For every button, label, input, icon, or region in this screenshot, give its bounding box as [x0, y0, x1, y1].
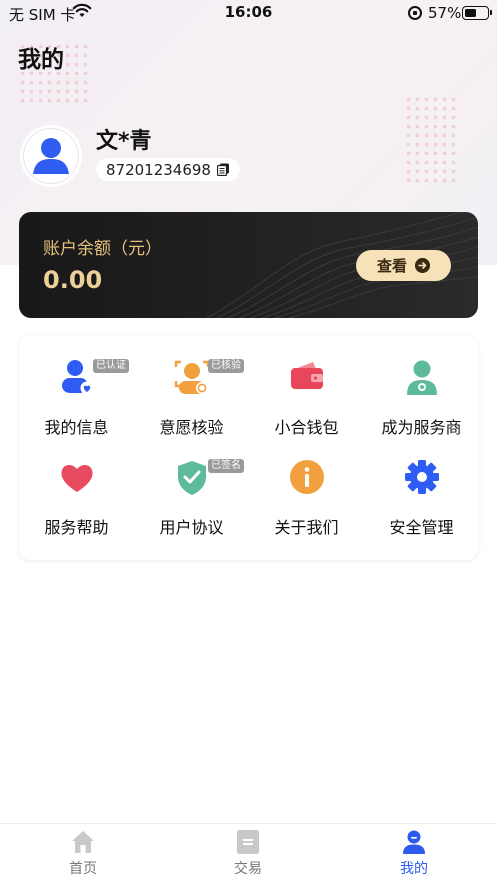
face-verify-icon [174, 360, 210, 394]
menu-item-label: 安全管理 [389, 518, 454, 537]
gear-icon [405, 460, 439, 494]
orientation-lock-icon [408, 6, 422, 20]
balance-amount: 0.00 [43, 266, 103, 294]
user-id-chip[interactable]: 87201234698 [96, 158, 240, 181]
menu-item-label: 服务帮助 [44, 518, 109, 537]
tab-label: 我的 [400, 861, 428, 877]
view-button-label: 查看 [376, 257, 407, 275]
tab-bar: 首页 交易 我的 [0, 823, 497, 883]
user-id-text: 87201234698 [106, 160, 211, 179]
menu-item-label: 关于我们 [274, 518, 339, 537]
user-avatar-icon [27, 132, 75, 180]
menu-item-user-agreement[interactable]: 已签名 用户协议 [134, 435, 249, 537]
heart-icon [61, 464, 93, 492]
avatar[interactable] [20, 125, 82, 187]
decorative-dots [404, 95, 458, 187]
copy-icon[interactable] [216, 163, 230, 176]
clock: 16:06 [224, 3, 273, 21]
status-bar: 无 SIM 卡 16:06 57% [0, 0, 497, 26]
info-icon [290, 460, 324, 494]
menu-item-become-provider[interactable]: 成为服务商 [364, 335, 479, 437]
user-name: 文*青 [96, 129, 152, 154]
wallet-icon [291, 362, 323, 389]
tab-profile[interactable]: 我的 [354, 824, 474, 883]
view-balance-button[interactable]: 查看 [356, 250, 451, 281]
service-provider-icon [407, 360, 437, 395]
menu-item-security[interactable]: 安全管理 [364, 435, 479, 537]
tab-home[interactable]: 首页 [23, 824, 143, 883]
battery-icon [462, 6, 492, 20]
page-title: 我的 [18, 47, 64, 73]
menu-item-wallet[interactable]: 小合钱包 [249, 335, 364, 437]
menu-item-intent-verify[interactable]: 已核验 意愿核验 [134, 335, 249, 437]
arrow-right-icon [415, 258, 430, 273]
menu-item-help[interactable]: 服务帮助 [19, 435, 134, 537]
menu-item-my-info[interactable]: 已认证 我的信息 [19, 335, 134, 437]
status-badge: 已核验 [208, 359, 244, 373]
menu-grid: 已认证 我的信息 已核验 意愿核验 小合钱包 成为服务商 服务帮助 已签名 用户… [19, 335, 478, 560]
balance-card: 账户余额（元） 0.00 查看 [19, 212, 478, 318]
tab-label: 交易 [234, 861, 262, 877]
battery-percent: 57% [428, 4, 462, 22]
balance-label: 账户余额（元） [43, 239, 162, 259]
person-info-icon [62, 360, 94, 395]
shield-check-icon [178, 461, 206, 495]
status-badge: 已认证 [93, 359, 129, 373]
menu-item-label: 用户协议 [159, 518, 224, 537]
status-badge: 已签名 [208, 459, 244, 473]
tab-label: 首页 [69, 861, 97, 877]
profile-icon [403, 830, 425, 854]
transaction-icon [237, 830, 259, 854]
home-icon [72, 831, 94, 853]
tab-transaction[interactable]: 交易 [188, 824, 308, 883]
menu-item-about-us[interactable]: 关于我们 [249, 435, 364, 537]
